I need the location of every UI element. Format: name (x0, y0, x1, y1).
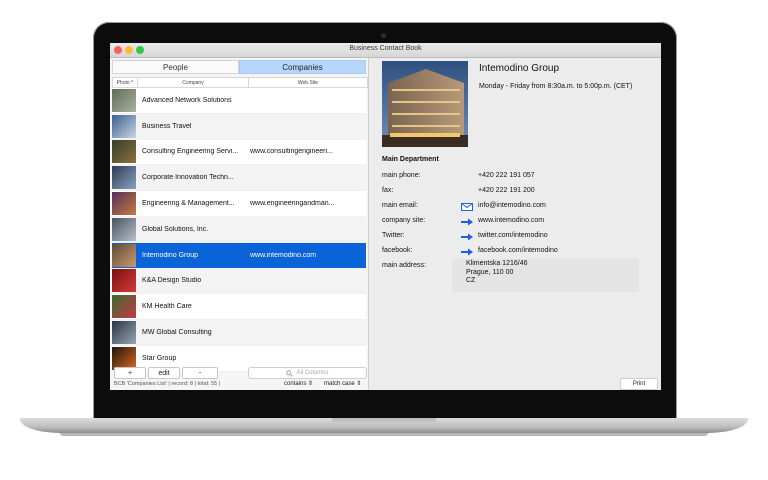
field-value[interactable]: facebook.com/intemodino (478, 247, 558, 254)
company-photo (382, 61, 468, 147)
case-mode-select[interactable]: match case ⇕ (324, 380, 361, 387)
company-cell: Corporate Innovation Techn... (142, 174, 234, 182)
company-thumbnail (112, 166, 136, 190)
company-thumbnail (112, 140, 136, 164)
remove-button[interactable]: - (182, 367, 218, 379)
website-cell: www.engineeringandman... (250, 200, 335, 208)
list-pane: People Companies Photo ^ Company Web Sit… (110, 58, 369, 390)
field-label: main address: (382, 262, 426, 269)
list-row[interactable]: Corporate Innovation Techn... (112, 165, 366, 192)
tab-people[interactable]: People (112, 60, 239, 74)
field-value[interactable]: info@intemodino.com (478, 202, 546, 209)
tab-bar: People Companies (112, 60, 366, 74)
arrow-right-icon[interactable] (461, 233, 473, 241)
arrow-right-icon[interactable] (461, 218, 473, 226)
detail-pane: Intemodino Group Monday - Friday from 8:… (369, 58, 661, 390)
company-cell: Consulting Engineering Servi... (142, 148, 239, 156)
address-line: CZ (466, 277, 476, 284)
column-company[interactable]: Company (138, 78, 249, 87)
field-label: Twitter: (382, 232, 405, 239)
window-title: Business Contact Book (349, 45, 422, 52)
company-thumbnail (112, 269, 136, 293)
search-icon (286, 369, 294, 377)
column-website[interactable]: Web Site (249, 78, 367, 87)
department-heading: Main Department (382, 156, 439, 163)
camera-dot (381, 33, 386, 38)
arrow-right-icon[interactable] (461, 248, 473, 256)
company-name: Intemodino Group (479, 63, 560, 74)
company-thumbnail (112, 192, 136, 216)
status-text: BCB 'Companies List' | record: 8 | total… (114, 381, 221, 387)
company-thumbnail (112, 321, 136, 345)
company-cell: Engineering & Management... (142, 200, 235, 208)
add-button[interactable]: + (114, 367, 146, 379)
laptop-notch (332, 418, 436, 424)
field-label: main email: (382, 202, 418, 209)
website-cell: www.consultingengineeri... (250, 148, 333, 156)
list-row[interactable]: Consulting Engineering Servi... www.consu… (112, 139, 366, 166)
tab-companies[interactable]: Companies (239, 60, 366, 74)
email-icon[interactable] (461, 203, 473, 211)
field-facebook: facebook: facebook.com/intemodino (382, 245, 652, 259)
company-cell: Business Travel (142, 122, 192, 130)
field-value[interactable]: www.intemodino.com (478, 217, 544, 224)
address-value[interactable]: Klimentska 1216/46 Prague, 110 00 CZ (466, 260, 527, 286)
list-row[interactable]: MW Global Consulting (112, 320, 366, 346)
field-twitter: Twitter: twitter.com/intemodino (382, 230, 652, 244)
company-thumbnail (112, 114, 136, 138)
list-row[interactable]: K&A Design Studio (112, 268, 366, 295)
app-window: Business Contact Book People Companies P… (110, 43, 661, 390)
website-cell: www.intemodino.com (250, 251, 317, 259)
field-label: main phone: (382, 172, 421, 179)
edit-button[interactable]: edit (148, 367, 180, 379)
list-row[interactable]: Engineering & Management... www.engineeri… (112, 191, 366, 217)
company-cell: Advanced Network Solutions (142, 96, 232, 104)
address-line: Klimentska 1216/46 (466, 260, 528, 267)
chevron-updown-icon: ⇕ (356, 381, 362, 387)
list-row[interactable]: Business Travel (112, 113, 366, 140)
search-input[interactable]: All Columns (248, 367, 367, 379)
print-button[interactable]: Print (620, 378, 658, 390)
company-thumbnail (112, 217, 136, 241)
field-label: fax: (382, 187, 394, 194)
list-row[interactable]: Intemodino Group www.intemodino.com (112, 242, 366, 269)
field-value[interactable]: +420 222 191 057 (478, 172, 535, 179)
company-thumbnail (112, 88, 136, 112)
list-row[interactable]: Global Solutions, Inc. (112, 216, 366, 243)
company-cell: KM Health Care (142, 303, 192, 311)
match-mode-select[interactable]: contains ⇕ (284, 380, 313, 387)
list-toolbar: + edit - All Columns (112, 366, 367, 379)
search-placeholder: All Columns (296, 370, 329, 376)
field-label: company site: (382, 217, 426, 224)
chevron-updown-icon: ⇕ (308, 381, 314, 387)
laptop-foot (60, 433, 708, 436)
list-row[interactable]: Advanced Network Solutions (112, 88, 366, 114)
company-cell: Intemodino Group (142, 251, 199, 259)
title-bar: Business Contact Book (110, 43, 661, 58)
column-photo[interactable]: Photo ^ (113, 78, 138, 87)
field-label: facebook: (382, 247, 413, 254)
company-cell: Global Solutions, Inc. (142, 225, 209, 233)
field-main-email: main email: info@intemodino.com (382, 200, 652, 214)
company-list: Advanced Network Solutions Business Trave… (112, 88, 366, 372)
list-row[interactable]: KM Health Care (112, 294, 366, 321)
company-thumbnail (112, 243, 136, 267)
company-cell: Star Group (142, 354, 177, 362)
field-value[interactable]: twitter.com/intemodino (478, 232, 548, 239)
business-hours: Monday - Friday from 8:30a.m. to 5:00p.m… (479, 83, 633, 90)
company-thumbnail (112, 295, 136, 319)
field-main-phone: main phone: +420 222 191 057 (382, 170, 652, 184)
field-company-site: company site: www.intemodino.com (382, 215, 652, 229)
column-header: Photo ^ Company Web Site (112, 77, 368, 88)
status-bar: BCB 'Companies List' | record: 8 | total… (112, 379, 366, 389)
company-cell: MW Global Consulting (142, 329, 212, 337)
company-cell: K&A Design Studio (142, 277, 202, 285)
field-value[interactable]: +420 222 191 200 (478, 187, 535, 194)
field-fax: fax: +420 222 191 200 (382, 185, 652, 199)
address-line: Prague, 110 00 (466, 268, 514, 276)
